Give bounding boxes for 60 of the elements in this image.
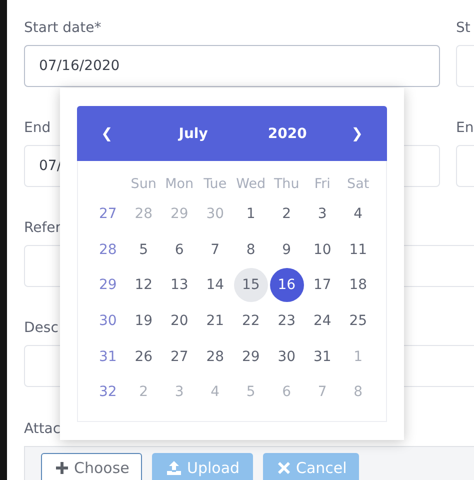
calendar-day[interactable]: 9 [270, 232, 304, 267]
next-month-button[interactable]: ❯ [347, 126, 367, 142]
weekday-label: Sun [130, 176, 158, 192]
weekday-label: Tue [202, 176, 228, 192]
week-number: 30 [98, 312, 117, 329]
calendar-day[interactable]: 29 [234, 340, 268, 374]
year-label[interactable]: 2020 [268, 126, 307, 142]
calendar-day[interactable]: 20 [162, 304, 196, 338]
calendar-day[interactable]: 30 [270, 340, 304, 374]
weekday-label: Wed [235, 176, 267, 192]
calendar-day[interactable]: 24 [305, 304, 340, 338]
week-number: 27 [98, 206, 117, 222]
choose-button[interactable]: Choose [41, 453, 142, 480]
calendar-day[interactable]: 4 [341, 196, 376, 231]
field-label: Desc [24, 319, 58, 338]
input-field[interactable]: 07/16/2020 [24, 45, 440, 87]
calendar-day[interactable]: 23 [270, 304, 304, 338]
calendar-day[interactable]: 10 [305, 232, 340, 267]
calendar-day[interactable]: 7 [198, 232, 232, 267]
calendar-day[interactable]: 13 [162, 268, 196, 302]
calendar-day[interactable]: 17 [305, 268, 340, 302]
field-label: End [24, 119, 51, 138]
field-label: Start date* [24, 19, 102, 38]
calendar-day[interactable]: 12 [126, 268, 161, 302]
field-label: St [456, 19, 470, 38]
calendar-day[interactable]: 1 [234, 196, 268, 231]
weekday-label: Mon [164, 176, 195, 192]
week-number: 29 [98, 277, 117, 294]
calendar-day[interactable]: 6 [162, 232, 196, 267]
calendar-day[interactable]: 31 [305, 340, 340, 374]
week-number: 32 [98, 384, 117, 400]
calendar-day[interactable]: 3 [305, 196, 340, 231]
calendar-day[interactable]: 11 [341, 232, 376, 267]
calendar-day[interactable]: 26 [126, 340, 161, 374]
calendar-day[interactable]: 27 [162, 340, 196, 374]
calendar-day[interactable]: 14 [198, 268, 232, 302]
weekday-label: Fri [313, 176, 332, 192]
calendar-day[interactable]: 21 [198, 304, 232, 338]
upload-icon [167, 461, 181, 475]
weekday-label: Thu [272, 176, 300, 192]
calendar-day[interactable]: 28 [198, 340, 232, 374]
calendar-day[interactable]: 19 [126, 304, 161, 338]
calendar-day[interactable]: 18 [341, 268, 376, 302]
weekday-label: Sat [346, 176, 370, 192]
week-number: 28 [98, 242, 117, 258]
field-label: En [456, 119, 474, 138]
field-label: Refer [24, 219, 62, 238]
calendar-day[interactable]: 25 [341, 304, 376, 338]
week-number: 31 [98, 348, 117, 365]
calendar-day[interactable]: 5 [126, 232, 161, 267]
previous-month-button[interactable]: ❮ [97, 126, 117, 142]
calendar-day[interactable]: 15 [234, 268, 268, 302]
close-icon [278, 462, 290, 474]
plus-icon [56, 462, 68, 474]
calendar-day[interactable]: 22 [234, 304, 268, 338]
calendar-day[interactable]: 2 [270, 196, 304, 231]
calendar-day[interactable]: 16 [270, 268, 304, 302]
calendar-day[interactable]: 8 [234, 232, 268, 267]
field-label: Attac [24, 420, 61, 439]
month-label[interactable]: July [178, 126, 208, 142]
